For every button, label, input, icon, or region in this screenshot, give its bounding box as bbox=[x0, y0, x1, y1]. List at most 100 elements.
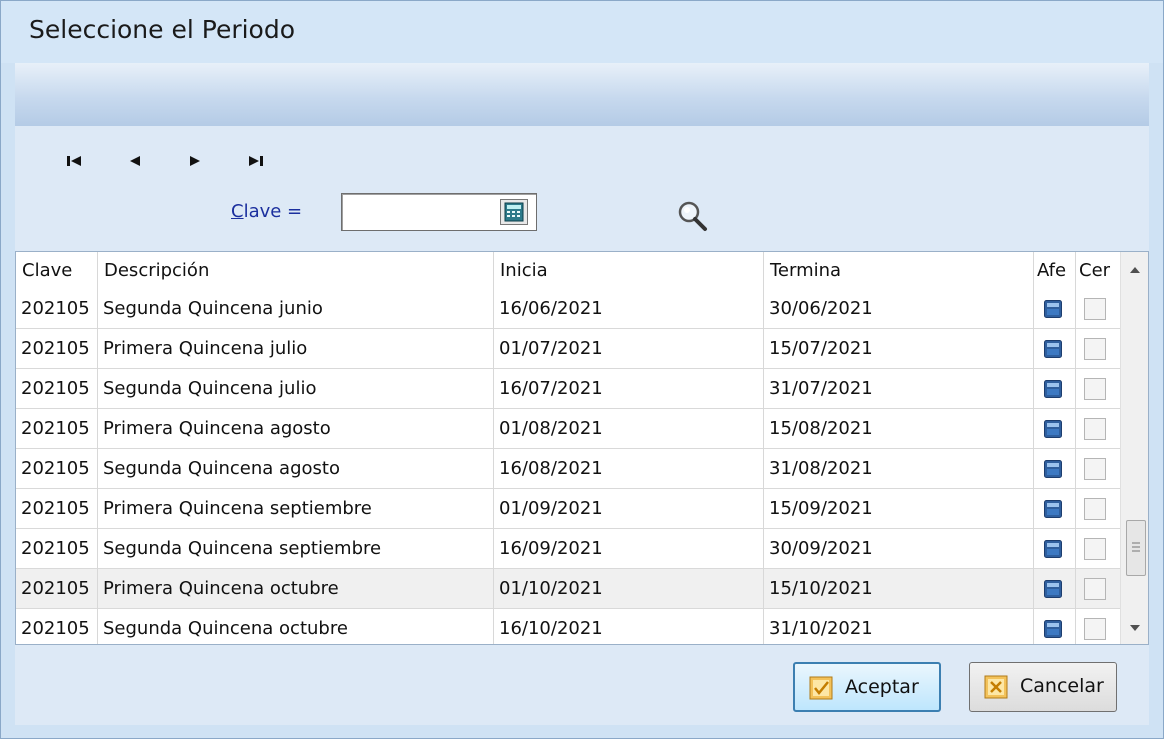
cell-afecta bbox=[1034, 609, 1076, 644]
cell-termina: 30/09/2021 bbox=[764, 529, 1034, 569]
cerrado-checkbox[interactable] bbox=[1084, 378, 1106, 400]
cell-inicia: 16/08/2021 bbox=[494, 449, 764, 489]
afecta-checkbox[interactable] bbox=[1044, 460, 1062, 478]
table-row[interactable]: 202105 Primera Quincena julio 01/07/2021 15… bbox=[16, 329, 1120, 369]
scroll-thumb[interactable] bbox=[1126, 520, 1146, 576]
table-row[interactable]: 202105 Primera Quincena septiembre 01/09/2… bbox=[16, 489, 1120, 529]
record-navigator bbox=[65, 151, 285, 171]
column-header-inicia[interactable]: Inicia bbox=[494, 252, 764, 289]
scroll-up-icon[interactable] bbox=[1127, 262, 1143, 278]
dialog-window: Seleccione el Periodo Clave = Clave Desc… bbox=[0, 0, 1164, 739]
cell-descripcion: Segunda Quincena octubre bbox=[98, 609, 494, 644]
grip-icon bbox=[1132, 542, 1140, 552]
last-record-icon bbox=[249, 156, 263, 166]
cell-termina: 15/07/2021 bbox=[764, 329, 1034, 369]
afecta-checkbox[interactable] bbox=[1044, 500, 1062, 518]
cell-afecta bbox=[1034, 289, 1076, 329]
cell-termina: 15/09/2021 bbox=[764, 489, 1034, 529]
afecta-checkbox[interactable] bbox=[1044, 540, 1062, 558]
cell-clave: 202105 bbox=[16, 329, 98, 369]
table-row[interactable]: 202105 Segunda Quincena septiembre 16/09/2… bbox=[16, 529, 1120, 569]
clave-label-accelerator: C bbox=[231, 201, 244, 222]
cerrado-checkbox[interactable] bbox=[1084, 498, 1106, 520]
afecta-checkbox[interactable] bbox=[1044, 620, 1062, 638]
aceptar-button[interactable]: Aceptar bbox=[793, 662, 941, 712]
afecta-checkbox[interactable] bbox=[1044, 300, 1062, 318]
cerrado-checkbox[interactable] bbox=[1084, 298, 1106, 320]
cell-afecta bbox=[1034, 449, 1076, 489]
clave-filter-label: Clave = bbox=[231, 201, 302, 222]
aceptar-label: Aceptar bbox=[845, 676, 919, 698]
column-header-afecta[interactable]: Afe bbox=[1034, 252, 1076, 289]
cerrado-checkbox[interactable] bbox=[1084, 418, 1106, 440]
vertical-scrollbar[interactable] bbox=[1120, 252, 1148, 644]
cell-afecta bbox=[1034, 369, 1076, 409]
first-record-icon bbox=[67, 156, 81, 166]
cerrado-checkbox[interactable] bbox=[1084, 338, 1106, 360]
cell-descripcion: Segunda Quincena septiembre bbox=[98, 529, 494, 569]
cell-inicia: 16/10/2021 bbox=[494, 609, 764, 644]
cell-descripcion: Segunda Quincena junio bbox=[98, 289, 494, 329]
table-row[interactable]: 202105 Segunda Quincena octubre 16/10/2021… bbox=[16, 609, 1120, 644]
cerrado-checkbox[interactable] bbox=[1084, 538, 1106, 560]
next-record-button[interactable] bbox=[185, 151, 205, 171]
cell-inicia: 16/07/2021 bbox=[494, 369, 764, 409]
cell-cerrado bbox=[1076, 369, 1120, 409]
cancelar-button[interactable]: Cancelar bbox=[969, 662, 1117, 712]
column-header-clave[interactable]: Clave bbox=[16, 252, 98, 289]
afecta-checkbox[interactable] bbox=[1044, 340, 1062, 358]
checkmark-icon bbox=[809, 676, 833, 700]
cerrado-checkbox[interactable] bbox=[1084, 458, 1106, 480]
cell-clave: 202105 bbox=[16, 569, 98, 609]
scroll-down-icon[interactable] bbox=[1127, 620, 1143, 636]
cell-descripcion: Primera Quincena agosto bbox=[98, 409, 494, 449]
clave-input-box bbox=[341, 193, 537, 231]
search-button[interactable] bbox=[675, 199, 711, 233]
column-header-descripcion[interactable]: Descripción bbox=[98, 252, 494, 289]
cell-termina: 31/08/2021 bbox=[764, 449, 1034, 489]
cell-cerrado bbox=[1076, 609, 1120, 644]
cell-afecta bbox=[1034, 569, 1076, 609]
cell-inicia: 01/07/2021 bbox=[494, 329, 764, 369]
clave-input[interactable] bbox=[344, 196, 498, 228]
grid-header: Clave Descripción Inicia Termina Afe Cer bbox=[16, 252, 1120, 290]
cell-cerrado bbox=[1076, 329, 1120, 369]
cell-termina: 15/10/2021 bbox=[764, 569, 1034, 609]
calculator-button[interactable] bbox=[500, 199, 528, 225]
cell-clave: 202105 bbox=[16, 289, 98, 329]
dialog-body: Clave = Clave Descripción Inicia Termina… bbox=[15, 63, 1149, 725]
cell-inicia: 01/08/2021 bbox=[494, 409, 764, 449]
afecta-checkbox[interactable] bbox=[1044, 580, 1062, 598]
first-record-button[interactable] bbox=[65, 151, 85, 171]
cell-cerrado bbox=[1076, 569, 1120, 609]
previous-record-button[interactable] bbox=[125, 151, 145, 171]
cell-clave: 202105 bbox=[16, 449, 98, 489]
table-row[interactable]: 202105 Primera Quincena octubre 01/10/2021… bbox=[16, 569, 1120, 609]
afecta-checkbox[interactable] bbox=[1044, 380, 1062, 398]
table-row[interactable]: 202105 Segunda Quincena agosto 16/08/2021 3… bbox=[16, 449, 1120, 489]
table-row[interactable]: 202105 Segunda Quincena junio 16/06/2021 30… bbox=[16, 289, 1120, 329]
cell-cerrado bbox=[1076, 529, 1120, 569]
cell-afecta bbox=[1034, 329, 1076, 369]
cell-descripcion: Primera Quincena octubre bbox=[98, 569, 494, 609]
column-header-termina[interactable]: Termina bbox=[764, 252, 1034, 289]
cerrado-checkbox[interactable] bbox=[1084, 578, 1106, 600]
cell-termina: 30/06/2021 bbox=[764, 289, 1034, 329]
column-header-cerrado[interactable]: Cer bbox=[1076, 252, 1120, 289]
cell-inicia: 01/09/2021 bbox=[494, 489, 764, 529]
calculator-icon bbox=[504, 202, 524, 222]
cell-cerrado bbox=[1076, 449, 1120, 489]
table-row[interactable]: 202105 Segunda Quincena julio 16/07/2021 31… bbox=[16, 369, 1120, 409]
window-title: Seleccione el Periodo bbox=[29, 15, 296, 44]
cell-clave: 202105 bbox=[16, 609, 98, 644]
cell-termina: 31/07/2021 bbox=[764, 369, 1034, 409]
afecta-checkbox[interactable] bbox=[1044, 420, 1062, 438]
table-row[interactable]: 202105 Primera Quincena agosto 01/08/2021 1… bbox=[16, 409, 1120, 449]
magnifier-icon bbox=[678, 201, 707, 231]
cell-inicia: 16/06/2021 bbox=[494, 289, 764, 329]
cell-clave: 202105 bbox=[16, 369, 98, 409]
last-record-button[interactable] bbox=[245, 151, 265, 171]
cell-termina: 31/10/2021 bbox=[764, 609, 1034, 644]
cerrado-checkbox[interactable] bbox=[1084, 618, 1106, 640]
cell-termina: 15/08/2021 bbox=[764, 409, 1034, 449]
